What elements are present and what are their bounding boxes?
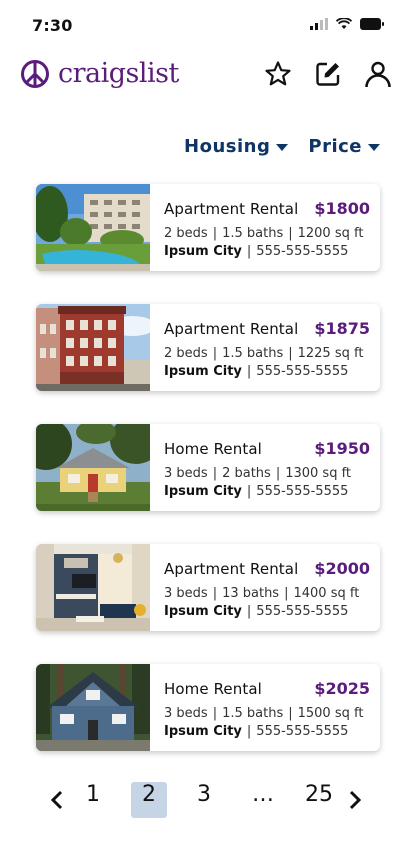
listing-details: 3 beds | 1.5 baths | 1500 sq ft bbox=[164, 706, 364, 721]
listing-phone[interactable]: 555-555-5555 bbox=[256, 724, 348, 739]
listing-info: Apartment Rental $2000 3 beds | 13 baths | 1… bbox=[150, 544, 380, 631]
listing-beds: 3 beds bbox=[164, 706, 208, 721]
listing-phone[interactable]: 555-555-5555 bbox=[256, 484, 348, 499]
listing-phone[interactable]: 555-555-5555 bbox=[256, 244, 348, 259]
listing-city: Ipsum City bbox=[164, 244, 242, 259]
listing-info: Apartment Rental $1875 2 beds | 1.5 baths |… bbox=[150, 304, 380, 391]
listing-contact: Ipsum City | 555-555-5555 bbox=[164, 724, 349, 739]
status-bar: 7:30 bbox=[0, 0, 414, 48]
chevron-right-icon[interactable] bbox=[348, 790, 362, 810]
listing-price: $2000 bbox=[314, 559, 370, 578]
blue-house-photo bbox=[36, 664, 150, 751]
listing-details: 2 beds | 1.5 baths | 1200 sq ft bbox=[164, 226, 364, 241]
page-25-button[interactable]: 25 bbox=[305, 782, 333, 807]
listing-card[interactable]: Apartment Rental $1875 2 beds | 1.5 baths |… bbox=[36, 304, 380, 391]
chevron-left-icon[interactable] bbox=[50, 790, 64, 810]
listing-city: Ipsum City bbox=[164, 724, 242, 739]
apartment-pool-photo bbox=[36, 184, 150, 271]
app-header: craigslist bbox=[0, 56, 414, 100]
listing-details: 2 beds | 1.5 baths | 1225 sq ft bbox=[164, 346, 364, 361]
listing-contact: Ipsum City | 555-555-5555 bbox=[164, 604, 349, 619]
battery-icon bbox=[360, 18, 384, 30]
listing-card[interactable]: Apartment Rental $1800 2 beds | 1.5 baths |… bbox=[36, 184, 380, 271]
listing-beds: 3 beds bbox=[164, 466, 208, 481]
post-button[interactable] bbox=[314, 60, 342, 88]
listing-city: Ipsum City bbox=[164, 604, 242, 619]
listing-price: $2025 bbox=[314, 679, 370, 698]
listing-info: Apartment Rental $1800 2 beds | 1.5 baths |… bbox=[150, 184, 380, 271]
listing-city: Ipsum City bbox=[164, 364, 242, 379]
signal-icon bbox=[310, 18, 328, 30]
listing-baths: 13 baths bbox=[222, 586, 280, 601]
listing-sqft: 1400 sq ft bbox=[293, 586, 360, 601]
listing-type: Home Rental bbox=[164, 680, 262, 698]
logo[interactable]: craigslist bbox=[20, 58, 179, 89]
listing-type: Apartment Rental bbox=[164, 200, 299, 218]
page-ellipsis: … bbox=[252, 782, 274, 807]
listing-list: Apartment Rental $1800 2 beds | 1.5 baths |… bbox=[36, 184, 380, 784]
housing-filter-label: Housing bbox=[184, 136, 271, 157]
listing-price: $1800 bbox=[314, 199, 370, 218]
listing-city: Ipsum City bbox=[164, 484, 242, 499]
listing-sqft: 1225 sq ft bbox=[297, 346, 364, 361]
caret-down-icon bbox=[368, 144, 380, 151]
peace-sign-icon bbox=[21, 59, 49, 88]
listing-details: 3 beds | 2 baths | 1300 sq ft bbox=[164, 466, 352, 481]
listing-card[interactable]: Home Rental $1950 3 beds | 2 baths | 1300 sq… bbox=[36, 424, 380, 511]
listing-type: Apartment Rental bbox=[164, 560, 299, 578]
listing-phone[interactable]: 555-555-5555 bbox=[256, 604, 348, 619]
edit-icon bbox=[316, 62, 340, 86]
listing-details: 3 beds | 13 baths | 1400 sq ft bbox=[164, 586, 360, 601]
listing-baths: 1.5 baths bbox=[222, 226, 284, 241]
yellow-house-photo bbox=[36, 424, 150, 511]
listing-baths: 1.5 baths bbox=[222, 346, 284, 361]
filter-bar: Housing Price bbox=[184, 136, 380, 157]
header-actions bbox=[264, 60, 392, 88]
listing-type: Apartment Rental bbox=[164, 320, 299, 338]
page-2-button[interactable]: 2 bbox=[142, 782, 156, 807]
caret-down-icon bbox=[276, 144, 289, 151]
price-filter-dropdown[interactable]: Price bbox=[308, 136, 380, 157]
wifi-icon bbox=[336, 18, 352, 29]
star-icon bbox=[265, 61, 291, 86]
housing-filter-dropdown[interactable]: Housing bbox=[184, 136, 289, 157]
listing-sqft: 1500 sq ft bbox=[297, 706, 364, 721]
listing-card[interactable]: Apartment Rental $2000 3 beds | 13 baths | 1… bbox=[36, 544, 380, 631]
listing-contact: Ipsum City | 555-555-5555 bbox=[164, 244, 349, 259]
price-filter-label: Price bbox=[308, 136, 362, 157]
page-3-button[interactable]: 3 bbox=[197, 782, 211, 807]
logo-text: craigslist bbox=[58, 58, 179, 89]
listing-info: Home Rental $2025 3 beds | 1.5 baths | 1500 … bbox=[150, 664, 380, 751]
living-room-photo bbox=[36, 544, 150, 631]
listing-sqft: 1300 sq ft bbox=[285, 466, 352, 481]
account-button[interactable] bbox=[364, 60, 392, 88]
listing-beds: 3 beds bbox=[164, 586, 208, 601]
listing-info: Home Rental $1950 3 beds | 2 baths | 1300 sq… bbox=[150, 424, 380, 511]
listing-beds: 2 beds bbox=[164, 226, 208, 241]
user-icon bbox=[365, 61, 391, 88]
listing-card[interactable]: Home Rental $2025 3 beds | 1.5 baths | 1500 … bbox=[36, 664, 380, 751]
status-icons bbox=[310, 18, 384, 30]
brick-apartment-photo bbox=[36, 304, 150, 391]
listing-price: $1950 bbox=[314, 439, 370, 458]
listing-price: $1875 bbox=[314, 319, 370, 338]
listing-baths: 2 baths bbox=[222, 466, 271, 481]
status-time: 7:30 bbox=[32, 16, 73, 35]
page-1-button[interactable]: 1 bbox=[86, 782, 100, 807]
listing-type: Home Rental bbox=[164, 440, 262, 458]
favorites-button[interactable] bbox=[264, 60, 292, 88]
listing-contact: Ipsum City | 555-555-5555 bbox=[164, 364, 349, 379]
listing-phone[interactable]: 555-555-5555 bbox=[256, 364, 348, 379]
listing-contact: Ipsum City | 555-555-5555 bbox=[164, 484, 349, 499]
pagination: 1 2 3 … 25 bbox=[0, 780, 414, 820]
listing-sqft: 1200 sq ft bbox=[297, 226, 364, 241]
listing-beds: 2 beds bbox=[164, 346, 208, 361]
listing-baths: 1.5 baths bbox=[222, 706, 284, 721]
